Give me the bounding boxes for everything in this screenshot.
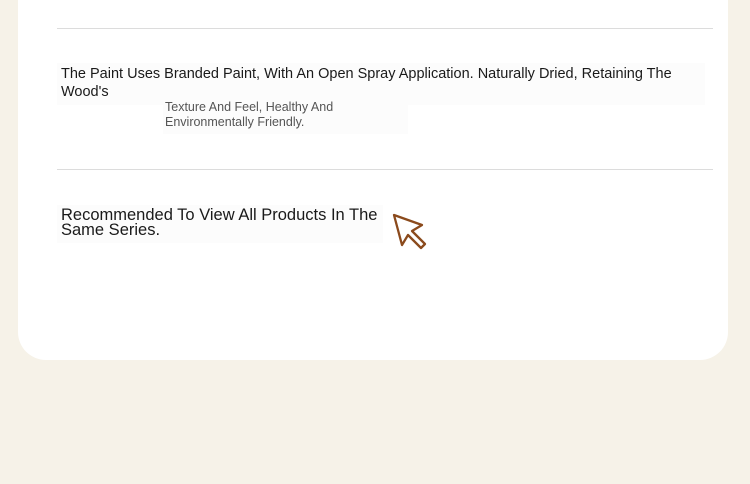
- divider-middle: [57, 169, 713, 170]
- view-series-link[interactable]: Recommended To View All Products In The …: [61, 207, 391, 239]
- description-text-primary: The Paint Uses Branded Paint, With An Op…: [61, 66, 672, 100]
- description-text-secondary: Texture And Feel, Healthy And Environmen…: [165, 100, 334, 129]
- divider-top: [57, 28, 713, 29]
- product-info-card: The Paint Uses Branded Paint, With An Op…: [18, 0, 728, 360]
- cursor-pointer-icon[interactable]: [391, 212, 431, 252]
